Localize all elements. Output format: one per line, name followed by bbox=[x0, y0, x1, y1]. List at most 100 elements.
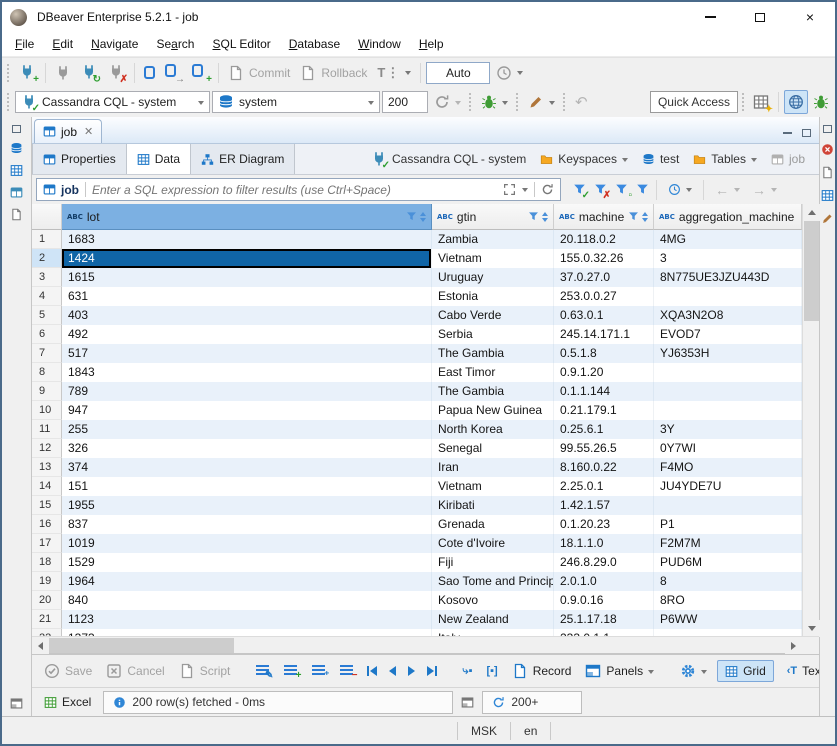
grid-view-toggle[interactable]: Grid bbox=[717, 660, 774, 682]
expand-filter-icon[interactable] bbox=[503, 183, 516, 196]
grid-cell[interactable]: Cote d'Ivoire bbox=[432, 534, 554, 553]
grid-cell[interactable]: 246.8.29.0 bbox=[554, 553, 654, 572]
grid-cell[interactable]: 151 bbox=[62, 477, 432, 496]
scrollbar-thumb[interactable] bbox=[49, 638, 234, 653]
tab-properties[interactable]: Properties bbox=[32, 144, 127, 174]
project-explorer-button[interactable] bbox=[10, 186, 23, 199]
grid-cell[interactable]: JU4YDE7U bbox=[654, 477, 802, 496]
edit-cell-button[interactable]: ✎ bbox=[252, 662, 274, 680]
grid-cell[interactable]: 492 bbox=[62, 325, 432, 344]
grid-cell[interactable] bbox=[654, 287, 802, 306]
column-header-machine[interactable]: ABCmachine bbox=[554, 204, 654, 230]
grid-cell[interactable]: 20.118.0.2 bbox=[554, 230, 654, 249]
record-mode-button[interactable]: Record bbox=[508, 660, 576, 682]
grid-cell[interactable]: 1955 bbox=[62, 496, 432, 515]
breadcrumb-cassandra-cql-system[interactable]: ✓Cassandra CQL - system bbox=[371, 151, 526, 167]
grid-cell[interactable]: Sao Tome and Principe bbox=[432, 572, 554, 591]
grid-cell[interactable]: Fiji bbox=[432, 553, 554, 572]
grid-cell[interactable]: F4MO bbox=[654, 458, 802, 477]
row-number[interactable]: 16 bbox=[32, 515, 62, 534]
menu-edit[interactable]: Edit bbox=[43, 34, 82, 54]
format-button[interactable] bbox=[524, 91, 559, 113]
restore-views-button[interactable] bbox=[823, 125, 832, 133]
database-navigator-button[interactable] bbox=[10, 142, 23, 155]
sql-console-button[interactable] bbox=[821, 166, 834, 179]
commit-button[interactable]: Commit bbox=[224, 62, 294, 84]
next-row-button[interactable] bbox=[405, 664, 418, 678]
perspective-debug-button[interactable] bbox=[810, 91, 832, 113]
grid-cell[interactable]: P1 bbox=[654, 515, 802, 534]
grid-cell[interactable]: 253.0.0.27 bbox=[554, 287, 654, 306]
save-button[interactable]: Save bbox=[40, 660, 96, 682]
grid-cell[interactable]: 245.14.171.1 bbox=[554, 325, 654, 344]
add-row-button[interactable]: + bbox=[280, 662, 302, 680]
fetch-more-button[interactable]: 200+ bbox=[482, 691, 582, 714]
row-number[interactable]: 1 bbox=[32, 230, 62, 249]
grid-cell[interactable] bbox=[654, 363, 802, 382]
grid-cell[interactable]: Kiribati bbox=[432, 496, 554, 515]
grid-cell[interactable]: PUD6M bbox=[654, 553, 802, 572]
grid-cell[interactable]: 374 bbox=[62, 458, 432, 477]
open-perspective-button[interactable]: ✦ bbox=[750, 91, 773, 114]
grid-cell[interactable]: 37.0.27.0 bbox=[554, 268, 654, 287]
fetch-size-input[interactable] bbox=[382, 91, 428, 113]
minimize-view-icon[interactable] bbox=[783, 132, 792, 134]
filter-input[interactable] bbox=[92, 183, 497, 197]
grid-cell[interactable]: Kosovo bbox=[432, 591, 554, 610]
grid-cell[interactable]: EVOD7 bbox=[654, 325, 802, 344]
grid-cell[interactable]: 8 bbox=[654, 572, 802, 591]
menu-database[interactable]: Database bbox=[280, 34, 349, 54]
row-number[interactable]: 15 bbox=[32, 496, 62, 515]
breadcrumb-test[interactable]: test bbox=[642, 152, 679, 166]
grid-cell[interactable]: 0.63.0.1 bbox=[554, 306, 654, 325]
grid-cell[interactable]: Vietnam bbox=[432, 477, 554, 496]
grid-cell[interactable]: 1529 bbox=[62, 553, 432, 572]
new-sql-editor-button[interactable]: + bbox=[188, 61, 213, 84]
grid-cell[interactable]: 0.21.179.1 bbox=[554, 401, 654, 420]
refresh-icon[interactable] bbox=[541, 183, 554, 196]
first-row-button[interactable] bbox=[364, 664, 380, 678]
filter-table-chip[interactable]: job bbox=[43, 183, 79, 197]
debug-button[interactable] bbox=[477, 91, 512, 113]
row-number[interactable]: 19 bbox=[32, 572, 62, 591]
menu-sql-editor[interactable]: SQL Editor bbox=[203, 34, 279, 54]
row-number[interactable]: 10 bbox=[32, 401, 62, 420]
timezone-indicator[interactable]: MSK bbox=[457, 722, 510, 740]
rollback-button[interactable]: Rollback bbox=[296, 62, 371, 84]
sql-editor-button[interactable] bbox=[140, 63, 159, 82]
grid-cell[interactable]: 3Y bbox=[654, 420, 802, 439]
row-number[interactable]: 12 bbox=[32, 439, 62, 458]
grid-cell[interactable]: 255 bbox=[62, 420, 432, 439]
fetch-size-button[interactable] bbox=[430, 91, 465, 113]
scroll-down-button[interactable] bbox=[803, 620, 820, 637]
commit-mode-combo[interactable]: Auto bbox=[426, 62, 490, 84]
calc-panel-button[interactable] bbox=[461, 696, 474, 709]
new-connection-button[interactable]: + bbox=[15, 61, 40, 84]
menu-window[interactable]: Window bbox=[349, 34, 410, 54]
grid-cell[interactable]: Papua New Guinea bbox=[432, 401, 554, 420]
projects-button[interactable] bbox=[10, 164, 23, 177]
transaction-log-button[interactable] bbox=[492, 62, 527, 84]
grid-cell[interactable]: 1843 bbox=[62, 363, 432, 382]
tab-er-diagram[interactable]: ER Diagram bbox=[191, 144, 295, 174]
grid-cell[interactable]: Cabo Verde bbox=[432, 306, 554, 325]
grid-cell[interactable]: North Korea bbox=[432, 420, 554, 439]
nav-back-button[interactable]: ← bbox=[711, 179, 744, 201]
fast-view-button[interactable] bbox=[10, 697, 23, 710]
grid-cell[interactable]: 0.1.1.144 bbox=[554, 382, 654, 401]
auto-refresh-button[interactable] bbox=[664, 180, 696, 199]
row-number[interactable]: 4 bbox=[32, 287, 62, 306]
grid-cell[interactable]: 517 bbox=[62, 344, 432, 363]
nav-forward-button[interactable]: → bbox=[748, 179, 781, 201]
grid-cell[interactable]: 1615 bbox=[62, 268, 432, 287]
settings-button[interactable] bbox=[676, 660, 711, 682]
grid-cell[interactable]: 0.9.0.16 bbox=[554, 591, 654, 610]
close-button[interactable]: × bbox=[785, 2, 835, 32]
grid-cell[interactable]: 631 bbox=[62, 287, 432, 306]
autosize-columns-button[interactable]: [▪] bbox=[482, 662, 501, 680]
grid-cell[interactable]: 1683 bbox=[62, 230, 432, 249]
grid-cell[interactable]: 99.55.26.5 bbox=[554, 439, 654, 458]
row-number[interactable]: 20 bbox=[32, 591, 62, 610]
panels-button[interactable]: Panels bbox=[581, 660, 658, 682]
scroll-right-button[interactable] bbox=[785, 637, 802, 654]
